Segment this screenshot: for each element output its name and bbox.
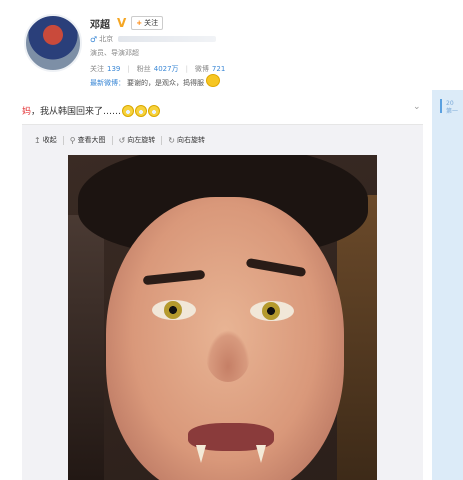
crying-laughing-emoji-icon [148,104,161,117]
latest-weibo-label[interactable]: 最新微博： [90,78,125,88]
view-large-label: 查看大图 [77,136,106,144]
sidebar-line-2: 第一 [446,108,459,115]
rotate-left-label: 向左旋转 [127,136,156,144]
stat-fans-value[interactable]: 4027万 [154,64,179,74]
blurred-text [118,36,217,42]
male-icon: ♂ [90,34,98,44]
crying-laughing-emoji-icon [135,104,148,117]
magnifier-icon: ⚲ [69,135,76,145]
profile-stats: 关注 139 | 粉丝 4027万 | 微博 721 [90,64,225,74]
sidebar-marker [440,99,442,113]
latest-weibo: 最新微博： 要谢的，是观众，捣得服 [90,73,220,88]
post-photo[interactable] [68,155,377,480]
chevron-down-icon[interactable]: ⌄ [413,102,421,112]
profile-description: 演员、导演邓超 [90,49,139,57]
profile-name[interactable]: 邓超 [90,16,110,31]
stat-following-value[interactable]: 139 [107,65,120,73]
location-row: ♂ 北京 [90,34,217,44]
stat-divider: | [185,65,188,73]
photo-fang-left [196,445,206,463]
view-large-button[interactable]: ⚲ 查看大图 [70,135,106,145]
stat-weibo-value[interactable]: 721 [212,65,225,73]
sidebar-line-1: 20 [446,100,454,107]
latest-weibo-text[interactable]: 要谢的，是观众，捣得服 [127,78,204,88]
follow-button[interactable]: + 关注 [131,16,164,30]
follow-label: 关注 [144,19,159,27]
location-text: 北京 [99,35,114,43]
avatar[interactable] [24,14,82,72]
stat-following-label: 关注 [90,65,104,73]
plus-icon: + [136,19,143,27]
profile-card: 邓超 V + 关注 ♂ 北京 演员、导演邓超 关注 139 | 粉丝 4027万… [22,10,422,94]
photo-nose [206,330,250,382]
toolbar-divider [62,135,64,145]
collapse-up-icon: ↥ [34,135,41,145]
rotate-left-button[interactable]: ↺ 向左旋转 [119,135,156,145]
sidebar-text[interactable]: 20 第一 [446,100,458,116]
name-row: 邓超 V + 关注 [90,15,164,31]
rotate-right-label: 向右旋转 [176,136,205,144]
toolbar-divider [161,135,163,145]
collapse-button[interactable]: ↥ 收起 [34,135,57,145]
stat-divider: | [127,65,130,73]
rotate-right-icon: ↻ [168,135,175,145]
media-panel: ↥ 收起 ⚲ 查看大图 ↺ 向左旋转 ↻ 向右旋转 [22,124,423,480]
photo-eye-left [152,300,196,320]
media-toolbar: ↥ 收起 ⚲ 查看大图 ↺ 向左旋转 ↻ 向右旋转 [34,135,205,145]
photo-fang-right [256,445,266,463]
rotate-right-button[interactable]: ↻ 向右旋转 [168,135,205,145]
collapse-label: 收起 [42,136,57,144]
crying-laughing-emoji-icon [122,104,135,117]
post-text-prefix: 妈 [22,107,32,117]
smirk-emoji-icon [206,73,220,87]
right-sidebar [432,90,463,480]
toolbar-divider [111,135,113,145]
photo-eye-right [250,301,294,321]
post-text-body: ，我从韩国回来了…… [31,107,122,117]
photo-background-left [68,215,104,480]
stat-weibo-label: 微博 [194,65,209,73]
verified-v-icon: V [117,16,127,30]
rotate-left-icon: ↺ [118,135,126,145]
post-text: 妈 ，我从韩国回来了…… [22,104,161,117]
stat-fans-label: 粉丝 [136,65,151,73]
